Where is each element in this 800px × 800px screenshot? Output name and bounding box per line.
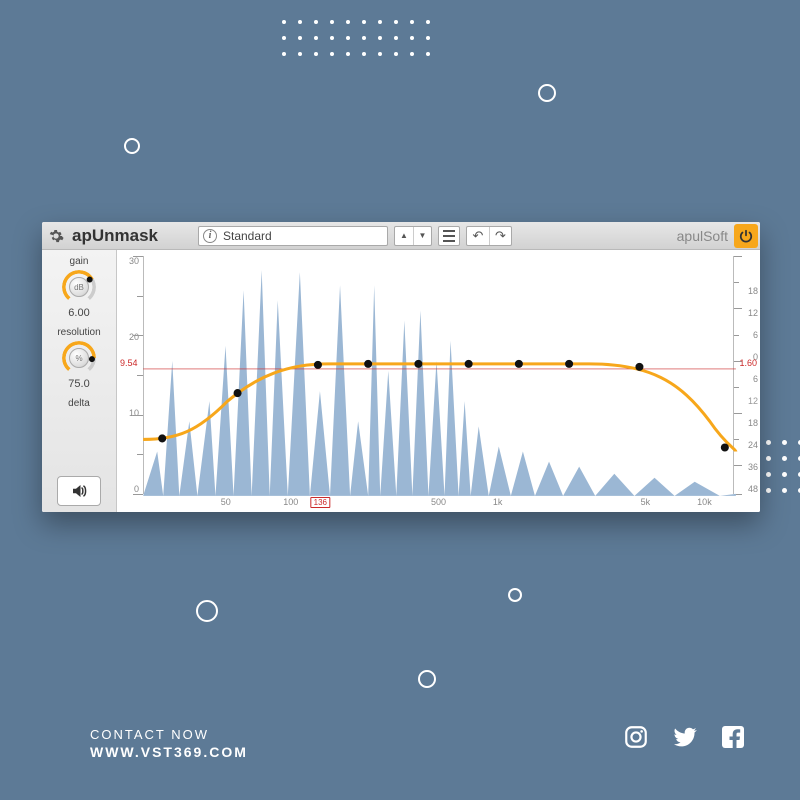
delta-label: delta	[68, 398, 90, 409]
social-icons	[623, 724, 745, 755]
eq-handle[interactable]	[515, 360, 523, 368]
eq-handle[interactable]	[414, 360, 422, 368]
power-icon	[739, 229, 753, 243]
instagram-icon[interactable]	[623, 724, 649, 755]
info-icon: i	[203, 229, 217, 243]
gain-label: gain	[70, 256, 89, 267]
undo-redo: ↶ ↷	[466, 226, 512, 246]
contact-label: CONTACT NOW	[90, 727, 248, 742]
power-button[interactable]	[734, 224, 758, 248]
redo-button[interactable]: ↷	[489, 227, 511, 245]
gear-icon	[48, 228, 64, 244]
preset-name: Standard	[223, 229, 383, 243]
preset-prev-button[interactable]: ▲	[395, 227, 413, 245]
website-label: WWW.VST369.COM	[90, 744, 248, 760]
eq-handle[interactable]	[465, 360, 473, 368]
plugin-title: apUnmask	[70, 226, 172, 246]
eq-handle[interactable]	[635, 363, 643, 371]
decor-circle	[124, 138, 140, 154]
decor-circle	[196, 600, 218, 622]
x-axis: 50 100 136 500 1k 5k 10k	[143, 497, 734, 511]
eq-handle[interactable]	[314, 361, 322, 369]
decor-circle	[538, 84, 556, 102]
freq-marker[interactable]: 136	[311, 497, 330, 508]
twitter-icon[interactable]	[671, 725, 699, 754]
footer: CONTACT NOW WWW.VST369.COM	[90, 727, 248, 760]
eq-handle[interactable]	[565, 360, 573, 368]
resolution-knob[interactable]: %	[62, 341, 96, 375]
brand-label: apulSoft	[677, 228, 732, 244]
preset-next-button[interactable]: ▼	[413, 227, 431, 245]
gain-knob[interactable]: dB	[62, 270, 96, 304]
resolution-unit: %	[69, 348, 89, 368]
preset-selector[interactable]: i Standard	[198, 226, 388, 246]
speaker-icon	[69, 482, 89, 500]
eq-handle[interactable]	[234, 389, 242, 397]
decor-circle	[418, 670, 436, 688]
plugin-sidebar: gain dB 6.00 resolution % 75.0 delta	[42, 250, 117, 512]
resolution-label: resolution	[57, 327, 100, 338]
plugin-toolbar: apUnmask i Standard ▲ ▼ ↶ ↷ apulSoft	[42, 222, 760, 250]
delta-button[interactable]	[57, 476, 101, 506]
facebook-icon[interactable]	[721, 725, 745, 754]
resolution-value: 75.0	[68, 378, 89, 390]
spectrum-graph[interactable]: 30 20 10 0 18 12 6	[117, 250, 760, 512]
eq-handle[interactable]	[158, 434, 166, 442]
plugin-window: apUnmask i Standard ▲ ▼ ↶ ↷ apulSoft gai…	[42, 222, 760, 512]
undo-button[interactable]: ↶	[467, 227, 489, 245]
eq-handle[interactable]	[364, 360, 372, 368]
preset-menu-button[interactable]	[438, 226, 460, 246]
preset-stepper[interactable]: ▲ ▼	[394, 226, 432, 246]
decor-circle	[508, 588, 522, 602]
decor-dot-grid-top	[280, 18, 434, 60]
spectrum-fill	[143, 270, 736, 496]
eq-handle[interactable]	[721, 443, 729, 451]
gain-value: 6.00	[68, 307, 89, 319]
settings-button[interactable]	[42, 228, 70, 244]
spectrum-svg	[117, 250, 760, 512]
